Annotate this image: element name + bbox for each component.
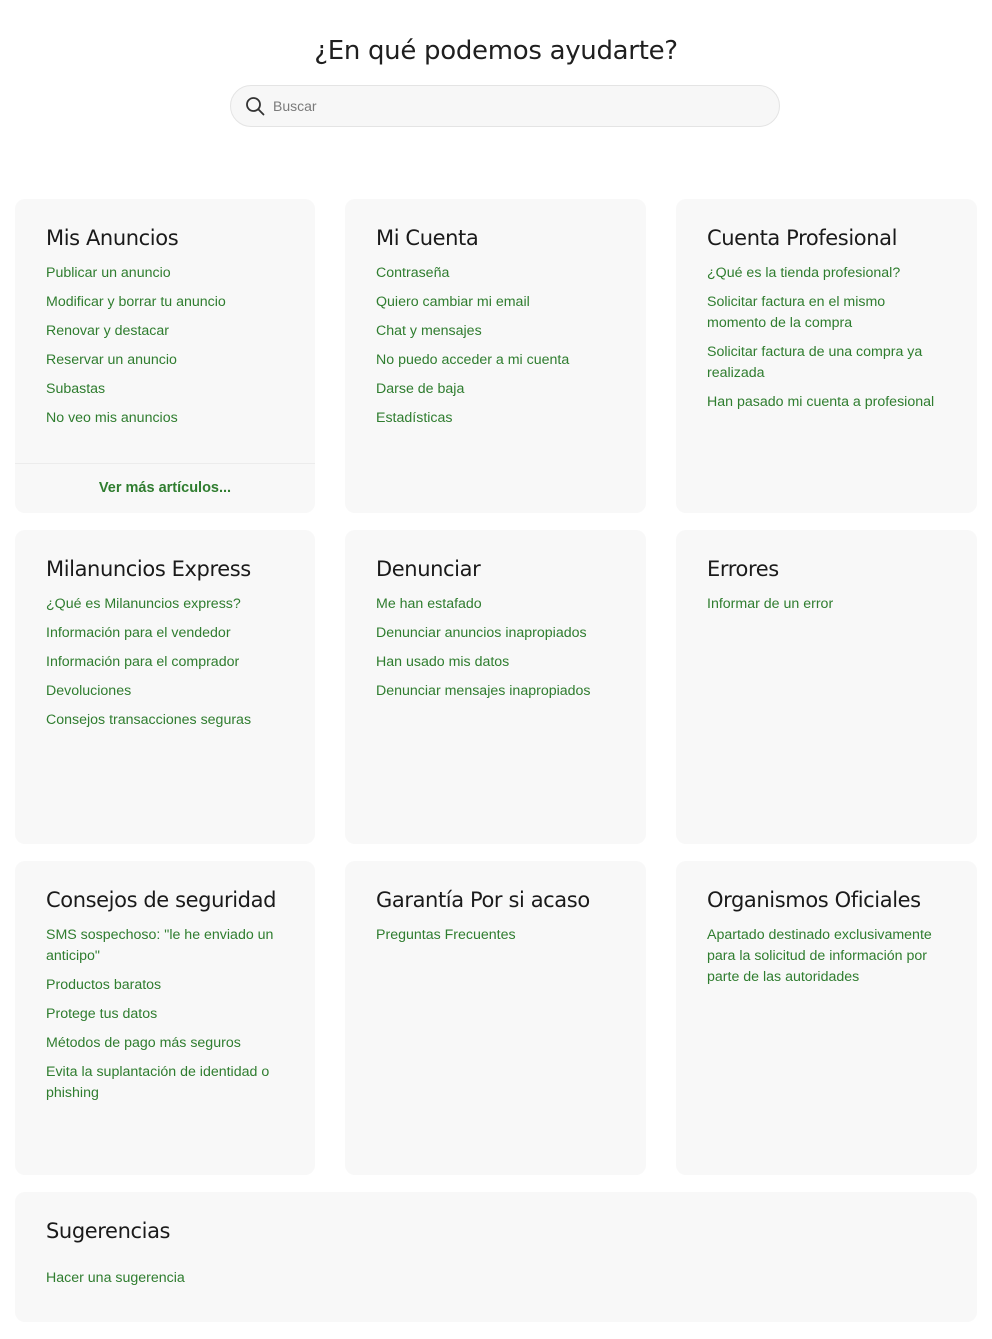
card-title: Denunciar — [376, 557, 481, 581]
help-link[interactable]: Hacer una sugerencia — [46, 1268, 185, 1289]
card-denunciar: Denunciar Me han estafado Denunciar anun… — [345, 530, 646, 844]
search-input[interactable] — [273, 98, 753, 114]
card-milanuncios-express: Milanuncios Express ¿Qué es Milanuncios … — [15, 530, 315, 844]
search-icon — [246, 97, 265, 116]
card-title: Sugerencias — [46, 1219, 171, 1243]
card-title: Garantía Por si acaso — [376, 888, 590, 912]
card-consejos-seguridad: Consejos de seguridad SMS sospechoso: "l… — [15, 861, 315, 1175]
card-title: Mis Anuncios — [46, 226, 179, 250]
help-link[interactable]: Renovar y destacar — [46, 321, 169, 342]
help-link[interactable]: Devoluciones — [46, 681, 131, 702]
card-title: Milanuncios Express — [46, 557, 251, 581]
help-link[interactable]: Apartado destinado exclusivamente para l… — [707, 925, 939, 988]
card-title: Cuenta Profesional — [707, 226, 898, 250]
help-link[interactable]: Consejos transacciones seguras — [46, 710, 251, 731]
card-errores: Errores Informar de un error — [676, 530, 977, 844]
card-sugerencias: Sugerencias Hacer una sugerencia — [15, 1192, 977, 1322]
help-link[interactable]: Productos baratos — [46, 975, 161, 996]
help-link[interactable]: Subastas — [46, 379, 105, 400]
help-link[interactable]: Reservar un anuncio — [46, 350, 177, 371]
help-link[interactable]: Han pasado mi cuenta a profesional — [707, 392, 934, 413]
card-title: Organismos Oficiales — [707, 888, 921, 912]
help-link[interactable]: Estadísticas — [376, 408, 453, 429]
card-mis-anuncios: Mis Anuncios Publicar un anuncio Modific… — [15, 199, 315, 513]
help-link[interactable]: Darse de baja — [376, 379, 464, 400]
help-link[interactable]: Publicar un anuncio — [46, 263, 171, 284]
page-title: ¿En qué podemos ayudarte? — [314, 36, 678, 66]
help-link[interactable]: Modificar y borrar tu anuncio — [46, 292, 226, 313]
help-link[interactable]: ¿Qué es la tienda profesional? — [707, 263, 900, 284]
card-organismos-oficiales: Organismos Oficiales Apartado destinado … — [676, 861, 977, 1175]
help-link[interactable]: SMS sospechoso: "le he enviado un antici… — [46, 925, 278, 967]
more-articles-link[interactable]: Ver más artículos... — [99, 478, 231, 499]
help-link[interactable]: Métodos de pago más seguros — [46, 1033, 241, 1054]
help-link[interactable]: Solicitar factura de una compra ya reali… — [707, 342, 932, 384]
card-title: Consejos de seguridad — [46, 888, 277, 912]
help-link[interactable]: No puedo acceder a mi cuenta — [376, 350, 569, 371]
help-link[interactable]: ¿Qué es Milanuncios express? — [46, 594, 241, 615]
card-garantia: Garantía Por si acaso Preguntas Frecuent… — [345, 861, 646, 1175]
card-mi-cuenta: Mi Cuenta Contraseña Quiero cambiar mi e… — [345, 199, 646, 513]
help-link[interactable]: Han usado mis datos — [376, 652, 509, 673]
help-link[interactable]: Quiero cambiar mi email — [376, 292, 530, 313]
card-title: Mi Cuenta — [376, 226, 479, 250]
card-cuenta-profesional: Cuenta Profesional ¿Qué es la tienda pro… — [676, 199, 977, 513]
help-link[interactable]: Información para el comprador — [46, 652, 239, 673]
help-link[interactable]: Preguntas Frecuentes — [376, 925, 516, 946]
help-link[interactable]: Me han estafado — [376, 594, 482, 615]
help-link[interactable]: Denunciar mensajes inapropiados — [376, 681, 591, 702]
help-link[interactable]: Contraseña — [376, 263, 449, 284]
help-link[interactable]: Evita la suplantación de identidad o phi… — [46, 1062, 278, 1104]
card-title: Errores — [707, 557, 779, 581]
help-link[interactable]: Información para el vendedor — [46, 623, 231, 644]
help-link[interactable]: Denunciar anuncios inapropiados — [376, 623, 587, 644]
help-link[interactable]: Protege tus datos — [46, 1004, 157, 1025]
help-link[interactable]: Solicitar factura en el mismo momento de… — [707, 292, 897, 334]
search-bar[interactable] — [230, 85, 780, 127]
help-link[interactable]: Informar de un error — [707, 594, 833, 615]
help-link[interactable]: Chat y mensajes — [376, 321, 482, 342]
card-footer: Ver más artículos... — [15, 463, 315, 513]
help-link[interactable]: No veo mis anuncios — [46, 408, 178, 429]
